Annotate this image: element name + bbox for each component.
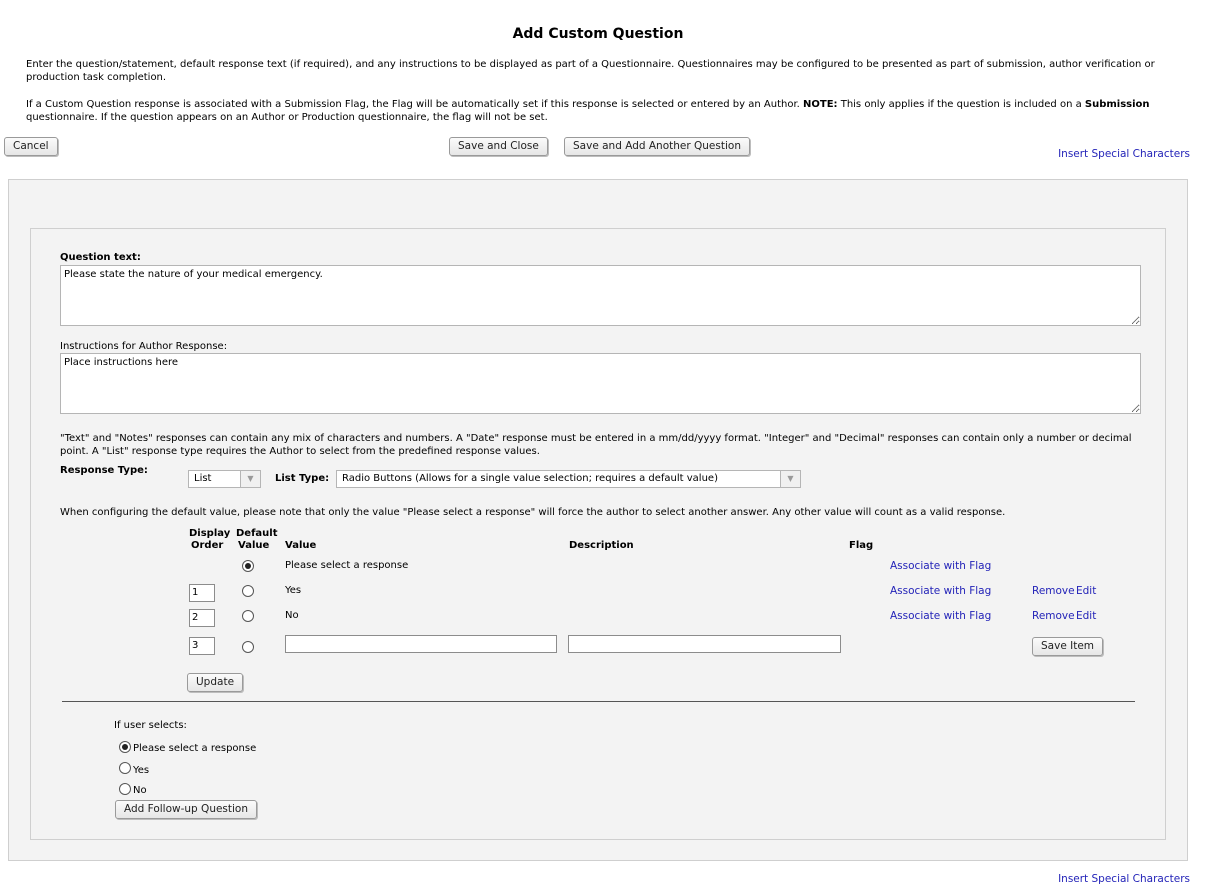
row-value-1: Yes xyxy=(285,585,302,596)
order-input-2[interactable]: 2 xyxy=(189,609,215,627)
row-value-2: No xyxy=(285,610,299,621)
header-default: Default xyxy=(236,528,278,539)
intro-paragraph: Enter the question/statement, default re… xyxy=(26,59,1155,83)
divider xyxy=(62,701,1135,702)
chevron-down-icon: ▼ xyxy=(240,471,260,487)
followup-radio-0[interactable] xyxy=(119,741,131,753)
list-type-select[interactable]: Radio Buttons (Allows for a single value… xyxy=(336,470,801,488)
if-user-selects-label: If user selects: xyxy=(114,720,187,731)
row-value-0: Please select a response xyxy=(285,560,409,571)
save-item-button[interactable]: Save Item xyxy=(1032,637,1104,656)
insert-special-characters-link-top[interactable]: Insert Special Characters xyxy=(1058,148,1190,160)
list-type-label: List Type: xyxy=(275,473,330,484)
default-radio-new[interactable] xyxy=(242,641,254,653)
page-title: Add Custom Question xyxy=(512,26,684,42)
associate-flag-link-0[interactable]: Associate with Flag xyxy=(890,560,991,572)
update-button[interactable]: Update xyxy=(187,673,244,692)
edit-link-2[interactable]: Edit xyxy=(1076,610,1096,622)
header-description: Description xyxy=(569,540,634,551)
remove-link-2[interactable]: Remove xyxy=(1032,610,1075,622)
response-info-text: "Text" and "Notes" responses can contain… xyxy=(60,433,1132,457)
followup-radio-2[interactable] xyxy=(119,783,131,795)
instructions-label: Instructions for Author Response: xyxy=(60,341,228,352)
add-follow-up-question-button[interactable]: Add Follow-up Question xyxy=(115,800,258,819)
chevron-down-icon: ▼ xyxy=(780,471,800,487)
order-input-1[interactable]: 1 xyxy=(189,584,215,602)
save-and-close-button[interactable]: Save and Close xyxy=(449,137,548,156)
associate-flag-link-2[interactable]: Associate with Flag xyxy=(890,610,991,622)
new-value-input[interactable] xyxy=(285,635,557,653)
response-type-value: List xyxy=(194,473,212,484)
question-text-input[interactable]: Please state the nature of your medical … xyxy=(60,265,1141,326)
associate-flag-link-1[interactable]: Associate with Flag xyxy=(890,585,991,597)
default-radio-2[interactable] xyxy=(242,610,254,622)
question-text-label: Question text: xyxy=(60,252,141,263)
insert-special-characters-link-bottom[interactable]: Insert Special Characters xyxy=(1058,873,1190,885)
followup-radio-1[interactable] xyxy=(119,762,131,774)
header-value: Value xyxy=(285,540,317,551)
new-description-input[interactable] xyxy=(568,635,841,653)
default-value-note: When configuring the default value, plea… xyxy=(60,507,1006,518)
followup-option-2: No xyxy=(133,785,147,796)
header-order: Order xyxy=(191,540,224,551)
cancel-button[interactable]: Cancel xyxy=(4,137,58,156)
followup-option-0: Please select a response xyxy=(133,743,257,754)
default-radio-1[interactable] xyxy=(242,585,254,597)
header-default-value: Value xyxy=(238,540,270,551)
remove-link-1[interactable]: Remove xyxy=(1032,585,1075,597)
response-type-select[interactable]: List ▼ xyxy=(188,470,261,488)
list-type-value: Radio Buttons (Allows for a single value… xyxy=(342,473,718,484)
note-label: NOTE: xyxy=(803,99,838,110)
header-display: Display xyxy=(189,528,231,539)
response-type-label: Response Type: xyxy=(60,465,148,476)
flag-note-text-a: If a Custom Question response is associa… xyxy=(26,99,803,110)
save-and-add-another-button[interactable]: Save and Add Another Question xyxy=(564,137,750,156)
header-flag: Flag xyxy=(849,540,874,551)
flag-note-text-c: questionnaire. If the question appears o… xyxy=(26,112,548,123)
flag-note-text-b: This only applies if the question is inc… xyxy=(837,99,1085,110)
flag-note-paragraph: If a Custom Question response is associa… xyxy=(26,98,1196,124)
default-radio-0[interactable] xyxy=(242,560,254,572)
submission-label: Submission xyxy=(1084,99,1150,110)
order-input-new[interactable]: 3 xyxy=(189,637,215,655)
instructions-input[interactable]: Place instructions here xyxy=(60,353,1141,414)
edit-link-1[interactable]: Edit xyxy=(1076,585,1096,597)
followup-option-1: Yes xyxy=(133,765,150,776)
